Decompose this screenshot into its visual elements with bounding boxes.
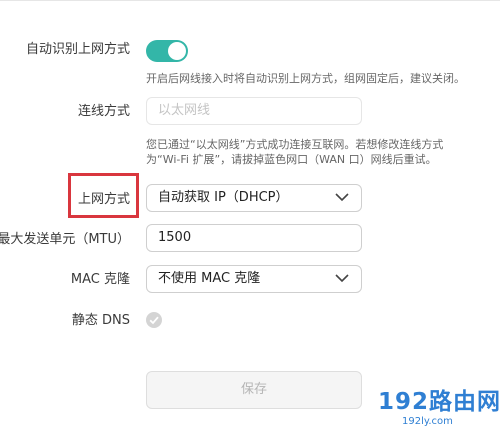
- mac-clone-label: MAC 克隆: [70, 272, 130, 287]
- internet-mode-value: 自动获取 IP（DHCP）: [158, 190, 289, 205]
- chevron-down-icon: [335, 274, 349, 283]
- internet-mode-label: 上网方式: [77, 192, 130, 207]
- auto-detect-toggle[interactable]: [146, 40, 188, 62]
- connection-type-select: 以太网线: [146, 97, 362, 125]
- watermark-sub-text: 192ly.com: [402, 416, 453, 427]
- watermark: 192路由网 192ly.com: [378, 388, 500, 432]
- watermark-main-text: 192路由网: [378, 389, 500, 415]
- mtu-input[interactable]: 1500: [146, 224, 362, 252]
- static-dns-checkbox[interactable]: [146, 312, 162, 328]
- static-dns-label: 静态 DNS: [71, 313, 130, 328]
- mtu-value: 1500: [158, 230, 192, 245]
- mtu-label: 最大发送单元（MTU）: [0, 232, 130, 247]
- toggle-knob: [168, 42, 186, 60]
- connection-type-value: 以太网线: [158, 103, 211, 118]
- connection-type-hint-line1: 您已通过“以太网线”方式成功连接互联网。若想修改连线方式: [146, 138, 444, 151]
- top-divider: [0, 0, 500, 1]
- mac-clone-select[interactable]: 不使用 MAC 克隆: [146, 265, 362, 293]
- auto-detect-label: 自动识别上网方式: [25, 42, 130, 57]
- check-icon: [149, 316, 159, 325]
- mac-clone-value: 不使用 MAC 克隆: [158, 271, 261, 286]
- chevron-down-icon: [335, 193, 349, 202]
- internet-mode-select[interactable]: 自动获取 IP（DHCP）: [146, 184, 362, 212]
- save-button[interactable]: 保存: [146, 371, 362, 409]
- connection-type-label: 连线方式: [77, 104, 130, 119]
- auto-detect-hint: 开启后网线接入时将自动识别上网方式，组网固定后，建议关闭。: [146, 72, 465, 85]
- connection-type-hint-line2: 为“Wi-Fi 扩展”，请拔掉蓝色网口（WAN 口）网线后重试。: [146, 153, 437, 166]
